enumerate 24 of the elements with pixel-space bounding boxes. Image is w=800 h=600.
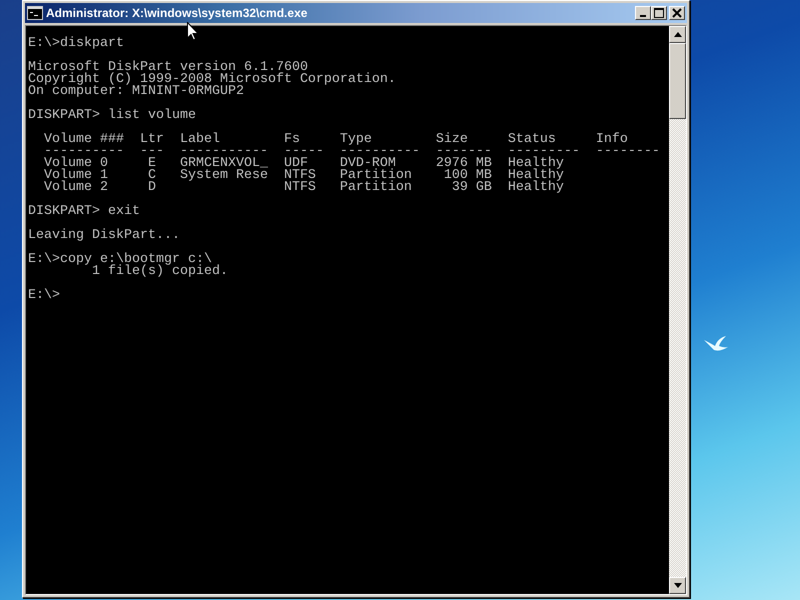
close-icon (672, 8, 682, 18)
console-line: DISKPART> list volume (28, 110, 197, 122)
scroll-thumb[interactable] (669, 43, 686, 119)
maximize-icon (654, 8, 664, 18)
console-line: E:\> (28, 290, 61, 302)
close-button[interactable] (669, 6, 685, 20)
console-line: Copyright (C) 1999-2008 Microsoft Corporation. (28, 74, 397, 86)
maximize-button[interactable] (651, 6, 667, 20)
scroll-up-button[interactable] (669, 26, 686, 43)
console-line: On computer: MININT-0RMGUP2 (28, 86, 245, 98)
scroll-down-button[interactable] (669, 577, 686, 594)
up-arrow-icon (674, 32, 682, 37)
console-line: E:\>diskpart (28, 38, 125, 50)
minimize-button[interactable] (635, 6, 651, 20)
console-icon (27, 6, 43, 20)
vertical-scrollbar[interactable] (669, 26, 686, 594)
console-line: 1 file(s) copied. (92, 266, 229, 278)
down-arrow-icon (674, 583, 682, 588)
console-line: Leaving DiskPart... (28, 230, 181, 242)
console-line: DISKPART> exit (28, 206, 141, 218)
console-line: Volume 2 D NTFS Partition 39 GB Healthy (42, 182, 565, 194)
console-line: E:\>copy e:\bootmgr c:\ (28, 254, 212, 266)
console-line: Volume ### Ltr Label Fs Type Size Status Info (42, 134, 629, 146)
window-title: Administrator: X:\windows\system32\cmd.exe (46, 6, 308, 20)
